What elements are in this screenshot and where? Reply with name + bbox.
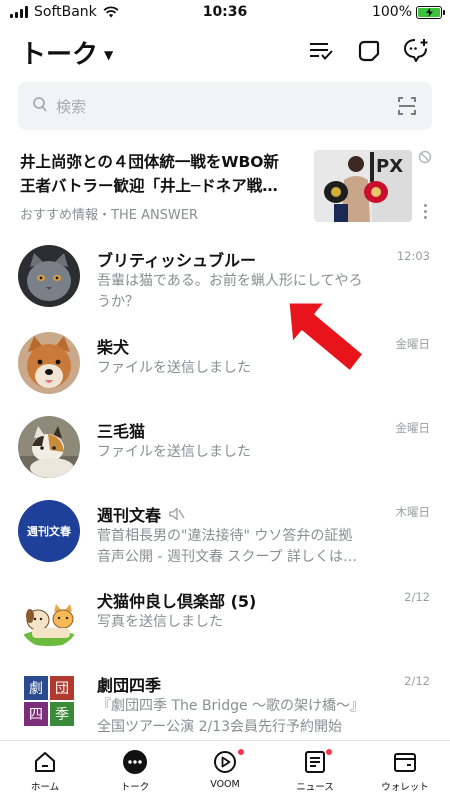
chat-preview: 『劇団四季 The Bridge ～歌の架け橋～』 全国ツアー公演 2/13会員…	[97, 696, 387, 738]
news-headline-line2: 王者バトラー歓迎「井上─ドネア戦…	[20, 177, 278, 195]
chat-preview: 写真を送信しました	[97, 612, 387, 633]
chat-preview-line2: 全国ツアー公演 2/13会員先行予約開始	[97, 719, 343, 735]
chat-name: ブリティッシュブルー	[97, 251, 257, 270]
nav-label: トーク	[120, 782, 150, 793]
chat-name-text: 週刊文春	[97, 506, 162, 525]
notification-dot	[238, 749, 244, 755]
block-icon[interactable]	[418, 150, 432, 164]
avatar: 劇 団 四 季	[18, 670, 80, 732]
avatar	[18, 245, 80, 307]
search-bar[interactable]: 検索	[18, 82, 432, 130]
more-icon[interactable]	[424, 204, 428, 222]
search-input[interactable]: 検索	[56, 96, 86, 117]
bottom-nav: ホーム トーク VOOM ニュース ウォレット	[0, 740, 450, 800]
chat-item[interactable]: 週刊文春 週刊文春 菅首相長男の"違法接待" ウソ答弁の証拠 音声公開 - 週刊…	[0, 490, 450, 574]
annotation-arrow-icon	[286, 300, 366, 374]
nav-news[interactable]: ニュース	[270, 749, 360, 793]
chat-time: 2/12	[404, 674, 430, 688]
mute-icon	[169, 507, 185, 521]
chat-item[interactable]: 柴犬 ファイルを送信しました 金曜日	[0, 322, 450, 406]
news-icon	[305, 751, 325, 773]
nav-voom[interactable]: VOOM	[180, 749, 270, 790]
nav-label: VOOM	[210, 779, 240, 790]
scan-icon[interactable]	[398, 96, 416, 116]
chat-time: 金曜日	[395, 421, 431, 435]
news-headline: 井上尚弥との４団体統一戦をWBO新 王者バトラー歓迎「井上─ドネア戦…	[20, 150, 300, 198]
nav-home[interactable]: ホーム	[0, 749, 90, 793]
chat-item[interactable]: ブリティッシュブルー 吾輩は猫である。お前を蝋人形にしてやろ うか？ 12:03	[0, 235, 450, 319]
voom-icon	[214, 751, 236, 773]
avatar	[18, 586, 80, 648]
battery-percent: 100%	[371, 4, 412, 20]
chat-item[interactable]: 犬猫仲良し倶楽部 (5) 写真を送信しました 2/12	[0, 576, 450, 660]
status-bar: SoftBank 10:36 100%	[0, 0, 450, 26]
avatar: 週刊文春	[18, 500, 80, 562]
chat-name: 三毛猫	[97, 422, 146, 441]
chat-preview-line1: 吾輩は猫である。お前を蝋人形にしてやろ	[97, 273, 363, 289]
chat-time: 金曜日	[395, 337, 431, 351]
avatar	[18, 416, 80, 478]
edit-icon[interactable]	[354, 36, 384, 66]
nav-label: ウォレット	[381, 782, 429, 793]
chat-name: 劇団四季	[97, 676, 162, 695]
avatar-logo-text: 週刊文春	[27, 525, 71, 538]
add-chat-icon[interactable]	[402, 36, 432, 66]
chat-time: 木曜日	[395, 505, 431, 519]
chat-item[interactable]: 劇 団 四 季 劇団四季 『劇団四季 The Bridge ～歌の架け橋～』 全…	[0, 660, 450, 744]
chat-name: 犬猫仲良し倶楽部 (5)	[97, 592, 257, 611]
header: トーク ▼	[0, 28, 450, 74]
avatar-char: 季	[50, 702, 74, 726]
nav-talk[interactable]: トーク	[90, 749, 180, 793]
chat-preview: ファイルを送信しました	[97, 442, 387, 463]
chat-name: 週刊文春	[97, 502, 185, 526]
avatar-char: 劇	[24, 676, 48, 700]
talk-icon	[123, 750, 147, 774]
sort-icon[interactable]	[306, 36, 336, 66]
page-title-dropdown[interactable]: トーク ▼	[20, 34, 113, 71]
chat-preview-line1: 写真を送信しました	[97, 614, 223, 630]
home-icon	[35, 752, 55, 772]
news-headline-line1: 井上尚弥との４団体統一戦をWBO新	[20, 153, 279, 171]
chat-name: 柴犬	[97, 338, 130, 357]
chat-preview-line1: ファイルを送信しました	[97, 444, 251, 460]
news-thumbnail: PX	[314, 150, 412, 222]
chat-preview: 菅首相長男の"違法接待" ウソ答弁の証拠 音声公開 - 週刊文春 スクープ 詳し…	[97, 526, 387, 568]
nav-wallet[interactable]: ウォレット	[360, 749, 450, 793]
chat-item[interactable]: 三毛猫 ファイルを送信しました 金曜日	[0, 406, 450, 490]
notification-dot	[326, 749, 332, 755]
chat-preview-line1: 『劇団四季 The Bridge ～歌の架け橋～』	[97, 698, 365, 714]
nav-label: ニュース	[296, 782, 334, 793]
svg-text:PX: PX	[376, 156, 403, 177]
search-icon	[33, 97, 47, 112]
news-source: おすすめ情報・THE ANSWER	[20, 208, 199, 223]
nav-label: ホーム	[30, 782, 60, 793]
caret-down-icon: ▼	[104, 47, 114, 62]
page-title: トーク	[20, 40, 99, 70]
avatar-char: 四	[24, 702, 48, 726]
chat-preview-line1: 菅首相長男の"違法接待" ウソ答弁の証拠	[97, 528, 353, 544]
chat-time: 12:03	[396, 249, 430, 263]
battery-icon	[416, 5, 445, 19]
chat-time: 2/12	[404, 590, 430, 604]
avatar	[18, 332, 80, 394]
recommended-news[interactable]: 井上尚弥との４団体統一戦をWBO新 王者バトラー歓迎「井上─ドネア戦… おすすめ…	[0, 140, 450, 232]
avatar-char: 団	[50, 676, 74, 700]
chat-preview-line2: 音声公開 - 週刊文春 スクープ 詳しくは…	[97, 549, 358, 565]
wallet-icon	[394, 753, 416, 772]
